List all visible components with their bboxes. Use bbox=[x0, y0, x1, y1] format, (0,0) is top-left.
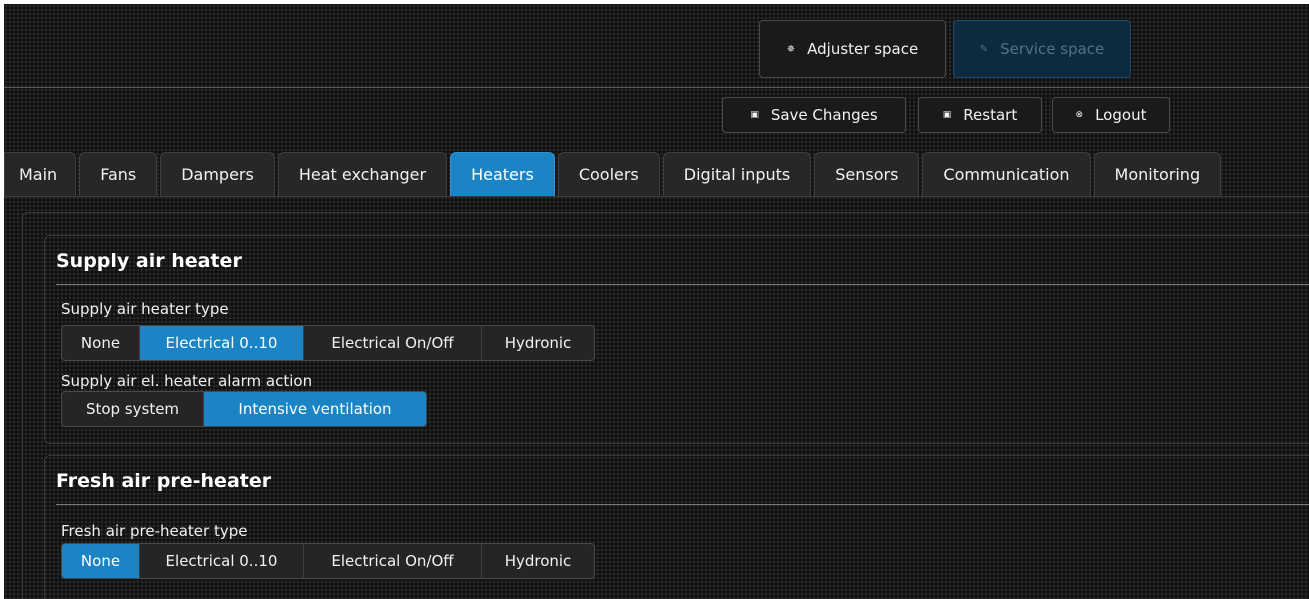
save-changes-button[interactable]: ▣ Save Changes bbox=[722, 97, 906, 133]
tab-heat-exchanger[interactable]: Heat exchanger bbox=[277, 152, 448, 196]
main-tabs: Main Fans Dampers Heat exchanger Heaters… bbox=[4, 152, 1224, 196]
wrench-icon: ✎ bbox=[979, 43, 989, 55]
fresh-air-pre-heater-section: Fresh air pre-heater Fresh air pre-heate… bbox=[44, 455, 1309, 599]
close-circle-icon: ⊗ bbox=[1075, 110, 1084, 120]
option-none[interactable]: None bbox=[62, 326, 140, 360]
gear-icon: ✵ bbox=[786, 43, 796, 55]
section-divider bbox=[56, 504, 1309, 505]
floppy-icon: ▣ bbox=[750, 110, 759, 120]
pre-heater-type-selector: None Electrical 0..10 Electrical On/Off … bbox=[61, 543, 595, 579]
service-space-label: Service space bbox=[1000, 40, 1105, 58]
option-none[interactable]: None bbox=[62, 544, 140, 578]
option-hydronic[interactable]: Hydronic bbox=[482, 326, 594, 360]
option-electrical-on-off[interactable]: Electrical On/Off bbox=[304, 326, 482, 360]
tab-coolers[interactable]: Coolers bbox=[557, 152, 660, 196]
section-divider bbox=[56, 284, 1309, 285]
action-bar: ▣ Save Changes ▣ Restart ⊗ Logout bbox=[4, 89, 1309, 147]
field-label: Supply air el. heater alarm action bbox=[61, 372, 313, 390]
option-stop-system[interactable]: Stop system bbox=[62, 392, 204, 426]
logout-label: Logout bbox=[1095, 106, 1147, 124]
adjuster-space-label: Adjuster space bbox=[807, 40, 919, 58]
supply-air-heater-section: Supply air heater Supply air heater type… bbox=[44, 235, 1309, 444]
tab-dampers[interactable]: Dampers bbox=[160, 152, 275, 196]
save-changes-label: Save Changes bbox=[770, 106, 878, 124]
option-hydronic[interactable]: Hydronic bbox=[482, 544, 594, 578]
tab-heaters[interactable]: Heaters bbox=[450, 152, 555, 196]
top-bar: ✵ Adjuster space ✎ Service space bbox=[4, 4, 1309, 88]
field-label: Supply air heater type bbox=[61, 300, 229, 318]
option-electrical-0-10[interactable]: Electrical 0..10 bbox=[140, 326, 304, 360]
restart-icon: ▣ bbox=[942, 110, 952, 120]
tab-monitoring[interactable]: Monitoring bbox=[1093, 152, 1222, 196]
restart-label: Restart bbox=[963, 106, 1018, 124]
logout-button[interactable]: ⊗ Logout bbox=[1052, 97, 1170, 133]
section-title: Supply air heater bbox=[56, 250, 242, 272]
supply-heater-type-selector: None Electrical 0..10 Electrical On/Off … bbox=[61, 325, 595, 361]
tab-fans[interactable]: Fans bbox=[79, 152, 158, 196]
tab-communication[interactable]: Communication bbox=[922, 152, 1091, 196]
option-intensive-ventilation[interactable]: Intensive ventilation bbox=[204, 392, 426, 426]
section-title: Fresh air pre-heater bbox=[56, 470, 272, 492]
tab-strip-divider bbox=[4, 196, 1309, 197]
tab-digital-inputs[interactable]: Digital inputs bbox=[662, 152, 812, 196]
restart-button[interactable]: ▣ Restart bbox=[918, 97, 1042, 133]
service-space-button[interactable]: ✎ Service space bbox=[953, 20, 1131, 78]
option-electrical-on-off[interactable]: Electrical On/Off bbox=[304, 544, 482, 578]
adjuster-space-button[interactable]: ✵ Adjuster space bbox=[759, 20, 946, 78]
tab-main[interactable]: Main bbox=[4, 152, 77, 196]
tab-sensors[interactable]: Sensors bbox=[814, 152, 920, 196]
field-label: Fresh air pre-heater type bbox=[61, 522, 248, 540]
alarm-action-selector: Stop system Intensive ventilation bbox=[61, 391, 427, 427]
option-electrical-0-10[interactable]: Electrical 0..10 bbox=[140, 544, 304, 578]
